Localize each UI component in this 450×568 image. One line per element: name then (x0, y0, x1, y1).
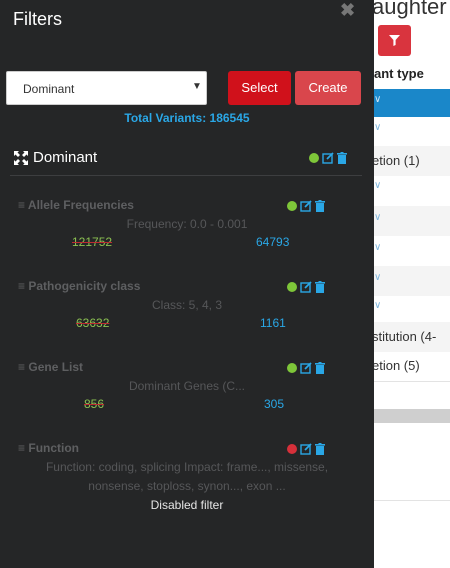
filter-description-cont: nonsense, stoploss, synon..., exon ... (88, 479, 286, 493)
selected-row-highlight (374, 89, 450, 117)
table-row[interactable]: etion (1) (372, 153, 450, 168)
filter-description: Dominant Genes (C... (128, 379, 246, 393)
count-after: 64793 (256, 235, 290, 249)
chevron-down-icon: ∨ (374, 300, 382, 311)
open-filters-button[interactable] (378, 25, 411, 56)
drag-handle-icon[interactable]: ≡ (18, 360, 25, 374)
group-name: Dominant (33, 149, 98, 166)
filter-name-pathogenicity-class[interactable]: ≡ Pathogenicity class (18, 279, 140, 293)
close-icon[interactable]: ✖ (340, 0, 355, 21)
drag-handle-icon[interactable]: ≡ (18, 441, 25, 455)
chevron-down-icon: ∨ (374, 242, 382, 253)
chevron-down-icon: ∨ (374, 272, 382, 283)
status-dot (287, 444, 297, 454)
chevron-down-icon: ∨ (374, 122, 382, 133)
chevron-down-icon: ∨ (374, 180, 382, 191)
table-row-stripe (374, 206, 450, 236)
status-dot (309, 153, 319, 163)
filter-description: Class: 5, 4, 3 (151, 298, 223, 312)
filter-actions (287, 443, 325, 455)
expand-arrows-icon (14, 150, 28, 165)
filter-label: Pathogenicity class (28, 279, 141, 293)
disabled-filter-label: Disabled filter (150, 498, 224, 512)
trash-icon[interactable] (315, 443, 325, 455)
filter-actions (287, 281, 325, 293)
chevron-down-icon: ∨ (374, 94, 382, 105)
panel-title: Filters (13, 9, 62, 29)
edit-icon[interactable] (300, 362, 312, 374)
select-value: Dominant (23, 82, 75, 96)
background-title: aughter (372, 0, 447, 19)
create-button[interactable]: Create (295, 71, 361, 105)
count-before: 856 (84, 397, 105, 411)
drag-handle-icon[interactable]: ≡ (18, 279, 25, 293)
trash-icon[interactable] (315, 200, 325, 212)
filters-panel: Filters ✖ Dominant ▼ Select Create Total… (0, 0, 374, 568)
divider (374, 500, 450, 501)
filter-label: Gene List (28, 360, 84, 374)
trash-icon[interactable] (315, 362, 325, 374)
total-variants: Total Variants: 186545 (124, 111, 250, 125)
filter-group-header: Dominant (13, 149, 97, 166)
divider (10, 175, 362, 176)
status-dot (287, 201, 297, 211)
edit-icon[interactable] (300, 200, 312, 212)
count-before: 121752 (72, 235, 113, 249)
count-after: 1161 (260, 316, 286, 330)
variant-type-header: ant type (374, 66, 424, 81)
horizontal-scrollbar[interactable] (374, 409, 450, 423)
status-dot (287, 282, 297, 292)
filter-description: Function: coding, splicing Impact: frame… (45, 460, 329, 474)
table-row[interactable]: stitution (4- (372, 329, 450, 344)
count-before: 63632 (76, 316, 110, 330)
filter-actions (287, 200, 325, 212)
edit-icon[interactable] (300, 281, 312, 293)
caret-down-icon: ▼ (192, 81, 202, 92)
filter-label: Function (28, 441, 80, 455)
status-dot (287, 363, 297, 373)
group-actions (309, 152, 347, 164)
drag-handle-icon[interactable]: ≡ (18, 198, 25, 212)
trash-icon[interactable] (337, 152, 347, 164)
filter-name-allele-frequencies[interactable]: ≡ Allele Frequencies (18, 198, 134, 212)
divider (374, 381, 450, 382)
filter-group-select[interactable]: Dominant ▼ (6, 71, 207, 105)
edit-icon[interactable] (300, 443, 312, 455)
select-button[interactable]: Select (228, 71, 291, 105)
edit-icon[interactable] (322, 152, 334, 164)
table-row[interactable]: etion (5) (372, 358, 450, 373)
count-after: 305 (264, 397, 285, 411)
filter-name-function[interactable]: ≡ Function (18, 441, 79, 455)
filter-name-gene-list[interactable]: ≡ Gene List (18, 360, 83, 374)
filter-actions (287, 362, 325, 374)
table-row-stripe (374, 266, 450, 296)
filter-description: Frequency: 0.0 - 0.001 (126, 217, 248, 231)
chevron-down-icon: ∨ (374, 212, 382, 223)
funnel-icon (389, 35, 400, 46)
trash-icon[interactable] (315, 281, 325, 293)
filter-label: Allele Frequencies (27, 198, 134, 212)
